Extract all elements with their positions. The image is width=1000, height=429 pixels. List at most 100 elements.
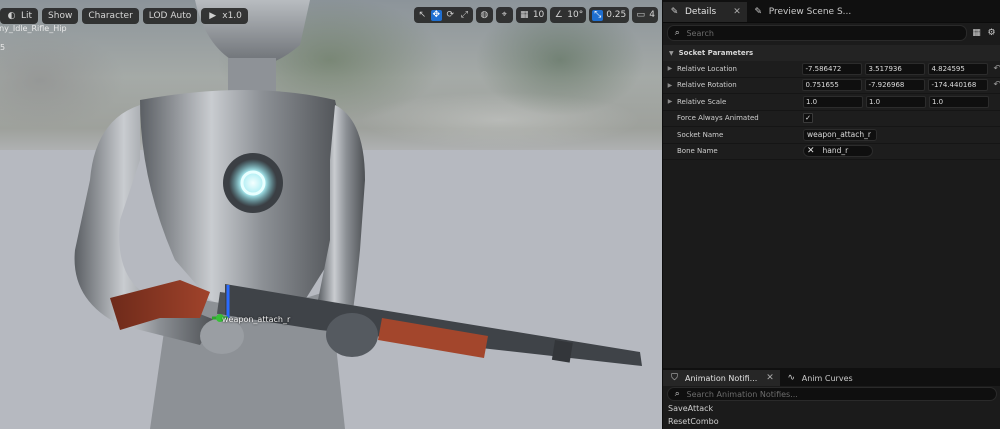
lod-button[interactable]: LOD Auto [142, 8, 198, 24]
coordinate-space-toggle[interactable]: ◍ [475, 7, 493, 23]
scale-snap[interactable]: ⤡ 0.25 [589, 7, 630, 23]
close-icon[interactable]: ✕ [766, 373, 774, 383]
grid-snap-value: 10 [532, 10, 545, 20]
search-icon: ⌕ [674, 389, 680, 399]
expand-arrow-icon[interactable]: ▶ [663, 65, 677, 72]
camera-icon: ▭ [636, 10, 646, 20]
anim-notifies-panel: ⛉ Animation Notifi... ✕ ∿ Anim Curves ⌕ … [662, 368, 1000, 429]
viewport-toolbar-left: ◐ Lit Show Character LOD Auto ▶ x1.0 [0, 7, 248, 25]
lit-button[interactable]: ◐ Lit [0, 8, 39, 24]
bone-cross-icon: ✕ [807, 146, 815, 157]
lod-label: LOD Auto [148, 11, 192, 21]
notifies-search-input[interactable] [686, 389, 992, 399]
pencil-icon: ✎ [670, 7, 679, 17]
details-search-input[interactable] [686, 28, 962, 38]
relative-rotation-z[interactable]: -174.440168 [928, 79, 989, 92]
lit-sphere-icon: ◐ [7, 11, 16, 21]
details-search-box[interactable]: ⌕ [667, 25, 967, 41]
close-icon[interactable]: ✕ [733, 7, 741, 17]
tab-anim-curves-label: Anim Curves [801, 373, 853, 383]
relative-rotation-y[interactable]: -7.926968 [865, 79, 926, 92]
surface-snap-toggle[interactable]: ⌖ [495, 7, 513, 23]
row-relative-scale: ▶ Relative Scale 1.0 1.0 1.0 [663, 94, 1000, 111]
grid-snap[interactable]: ▦ 10 [515, 7, 548, 23]
scale-snap-icon: ⤡ [592, 9, 604, 21]
select-arrow-icon[interactable]: ↖ [417, 10, 428, 21]
rotation-snap-value: 10° [567, 10, 584, 20]
checkmark-icon: ✓ [805, 114, 811, 123]
world-globe-icon: ◍ [480, 10, 489, 20]
grid-icon: ▦ [520, 10, 529, 20]
lit-label: Lit [21, 11, 33, 21]
pencil-icon: ✎ [754, 7, 763, 17]
character-label: Character [88, 11, 133, 21]
tab-details[interactable]: ✎ Details ✕ [663, 2, 747, 22]
list-item[interactable]: ResetCombo [663, 415, 1000, 428]
surface-snap-icon: ⌖ [501, 10, 507, 20]
relative-location-y[interactable]: 3.517936 [865, 62, 926, 75]
list-item[interactable]: SaveAttack [663, 402, 1000, 415]
row-relative-location: ▶ Relative Location -7.586472 3.517936 4… [663, 61, 1000, 78]
tab-preview-scene-settings[interactable]: ✎ Preview Scene S... [747, 2, 858, 22]
row-socket-name: Socket Name weapon_attach_r [663, 127, 1000, 144]
tab-animation-notifies-label: Animation Notifi... [685, 373, 758, 383]
expand-arrow-icon[interactable]: ▶ [663, 98, 677, 105]
section-socket-parameters[interactable]: ▼ Socket Parameters [663, 45, 1000, 61]
relative-scale-label: Relative Scale [677, 97, 727, 106]
row-bone-name: Bone Name ✕ hand_r [663, 143, 1000, 160]
relative-rotation-label: Relative Rotation [676, 81, 737, 90]
tab-animation-notifies[interactable]: ⛉ Animation Notifi... ✕ [663, 370, 780, 386]
relative-location-z[interactable]: 4.824595 [928, 62, 989, 75]
reset-to-default-icon[interactable]: ↶ [993, 80, 1000, 90]
character-button[interactable]: Character [82, 8, 139, 24]
details-panel: ✎ Details ✕ ✎ Preview Scene S... ⌕ ▦ ⚙ ▼… [662, 0, 1000, 368]
relative-scale-y[interactable]: 1.0 [866, 95, 926, 108]
relative-location-label: Relative Location [676, 64, 737, 73]
tab-preview-scene-label: Preview Scene S... [768, 7, 852, 17]
reset-to-default-icon[interactable]: ↶ [993, 64, 1000, 74]
rotation-snap[interactable]: ∠ 10° [550, 7, 587, 23]
tab-anim-curves[interactable]: ∿ Anim Curves [780, 370, 859, 386]
transform-tools: ↖ ✥ ⟳ ⤢ [413, 7, 473, 23]
relative-rotation-x[interactable]: 0.751655 [802, 79, 863, 92]
notifies-search-box[interactable]: ⌕ [667, 387, 997, 401]
play-icon: ▶ [209, 11, 217, 21]
row-relative-rotation: ▶ Relative Rotation 0.751655 -7.926968 -… [663, 77, 1000, 94]
translate-icon[interactable]: ✥ [430, 9, 442, 21]
relative-scale-z[interactable]: 1.0 [929, 95, 989, 108]
character-preview [74, 0, 642, 429]
camera-speed[interactable]: ▭ 4 [632, 7, 658, 23]
rotate-icon[interactable]: ⟳ [445, 10, 456, 21]
viewport[interactable]: ◐ Lit Show Character LOD Auto ▶ x1.0 ↖ ✥… [0, 0, 662, 429]
socket-name-field[interactable]: weapon_attach_r [803, 128, 877, 141]
force-always-animated-label: Force Always Animated [677, 114, 759, 123]
scale-icon[interactable]: ⤢ [459, 10, 470, 21]
scale-snap-value: 0.25 [606, 10, 627, 20]
chevron-down-icon: ▼ [669, 49, 674, 57]
details-search-row: ⌕ ▦ ⚙ [663, 23, 1000, 43]
playback-speed-button[interactable]: ▶ x1.0 [201, 8, 248, 24]
socket-viewport-label: weapon_attach_r [222, 315, 291, 324]
curve-icon: ∿ [787, 373, 796, 383]
bone-name-field[interactable]: ✕ hand_r [803, 145, 873, 158]
details-tabbar: ✎ Details ✕ ✎ Preview Scene S... [663, 0, 1000, 23]
table-view-icon[interactable]: ▦ [971, 28, 982, 39]
relative-scale-x[interactable]: 1.0 [803, 95, 863, 108]
bone-name-label: Bone Name [677, 147, 718, 156]
notify-icon: ⛉ [671, 373, 678, 383]
angle-icon: ∠ [554, 10, 563, 20]
show-button[interactable]: Show [42, 8, 79, 24]
socket-name-label: Socket Name [677, 130, 724, 139]
notifies-tabbar: ⛉ Animation Notifi... ✕ ∿ Anim Curves [663, 368, 1000, 386]
search-icon: ⌕ [674, 28, 680, 38]
tab-details-label: Details [685, 7, 717, 17]
row-force-always-animated: Force Always Animated ✓ [663, 110, 1000, 127]
expand-arrow-icon[interactable]: ▶ [663, 82, 677, 89]
notifies-search-row: ⌕ [663, 386, 1000, 402]
relative-location-x[interactable]: -7.586472 [802, 62, 863, 75]
gear-icon[interactable]: ⚙ [986, 28, 997, 39]
force-always-animated-checkbox[interactable]: ✓ [803, 113, 813, 124]
section-title: Socket Parameters [678, 49, 754, 57]
animation-name: nny_Idle_Rifle_Hip [0, 24, 67, 33]
viewport-toolbar-right: ↖ ✥ ⟳ ⤢ ◍ ⌖ ▦ 10 ∠ 10° ⤡ 0.25 ▭ 4 [413, 7, 658, 23]
